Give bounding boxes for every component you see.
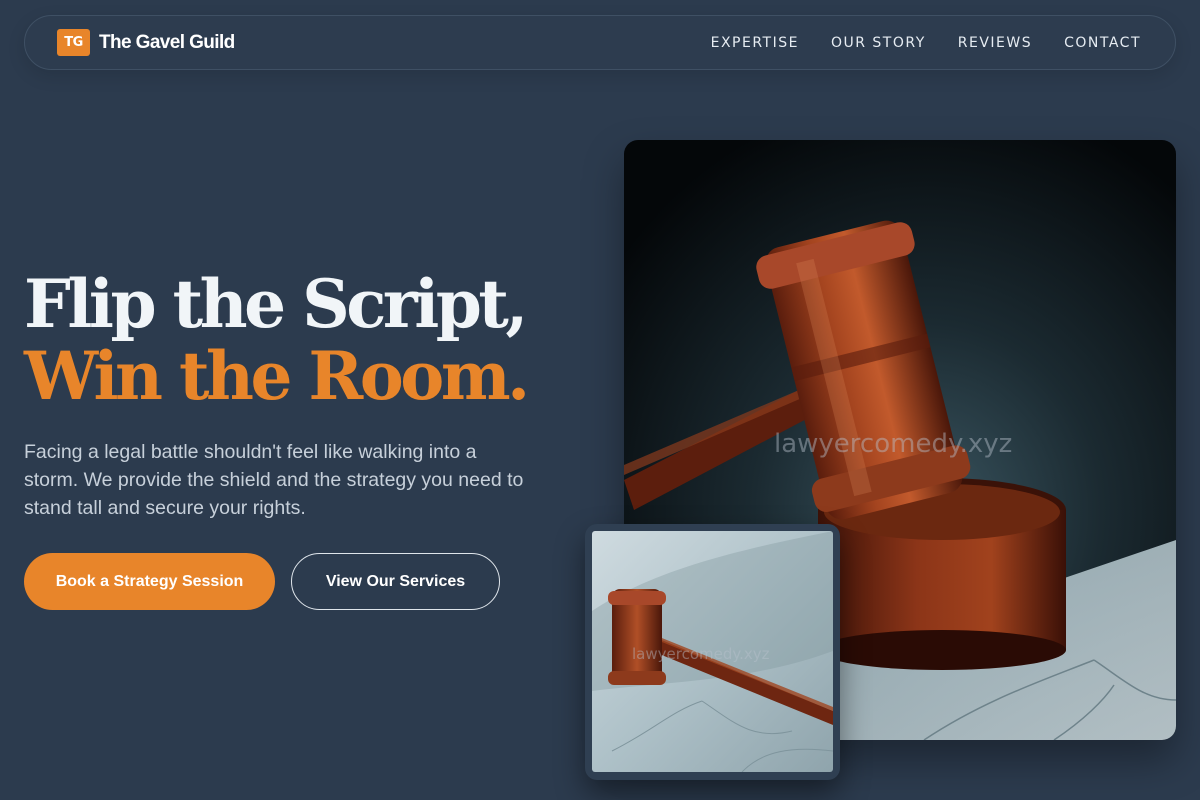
navbar: TG The Gavel Guild EXPERTISE OUR STORY R…	[24, 15, 1176, 70]
nav-link-our-story[interactable]: OUR STORY	[831, 35, 926, 51]
hero-title: Flip the Script, Win the Room.	[24, 265, 530, 415]
hero-secondary-image-frame: lawyercomedy.xyz	[585, 524, 840, 780]
view-services-button[interactable]: View Our Services	[291, 553, 500, 610]
book-strategy-session-button[interactable]: Book a Strategy Session	[24, 553, 275, 610]
nav-links: EXPERTISE OUR STORY REVIEWS CONTACT	[711, 35, 1141, 51]
brand-logo: TG	[57, 29, 90, 56]
hero-title-line1: Flip the Script,	[24, 265, 528, 343]
hero-title-line2: Win the Room.	[24, 337, 530, 415]
nav-link-expertise[interactable]: EXPERTISE	[711, 35, 799, 51]
hero-description: Facing a legal battle shouldn't feel lik…	[24, 441, 524, 519]
brand-name: The Gavel Guild	[99, 31, 235, 53]
nav-link-reviews[interactable]: REVIEWS	[958, 35, 1032, 51]
nav-link-contact[interactable]: CONTACT	[1064, 35, 1141, 51]
brand[interactable]: TG The Gavel Guild	[57, 29, 235, 56]
svg-text:lawyercomedy.xyz: lawyercomedy.xyz	[632, 645, 770, 663]
hero-secondary-image: lawyercomedy.xyz	[592, 531, 833, 772]
svg-text:lawyercomedy.xyz: lawyercomedy.xyz	[774, 429, 1012, 459]
